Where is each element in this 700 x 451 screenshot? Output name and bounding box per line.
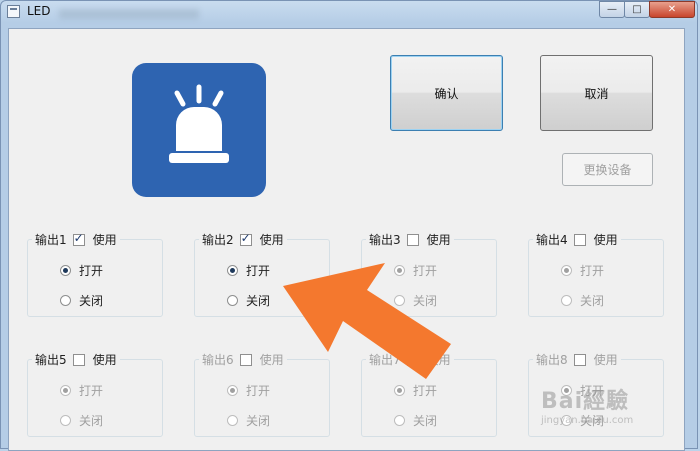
close-label: 关闭 <box>413 294 438 308</box>
output-label: 输出3 <box>369 233 401 247</box>
close-radio[interactable]: 关闭 <box>227 292 270 309</box>
radio-dot <box>394 415 405 426</box>
close-label: 关闭 <box>246 294 271 308</box>
open-radio[interactable]: 打开 <box>60 262 103 279</box>
open-label: 打开 <box>79 384 104 398</box>
radio-dot <box>561 295 572 306</box>
open-radio[interactable]: 打开 <box>227 262 270 279</box>
open-label: 打开 <box>246 264 271 278</box>
output-group-5: 输出5 使用 打开 关闭 <box>27 351 163 437</box>
output-label: 输出5 <box>35 353 67 367</box>
radio-dot[interactable] <box>60 295 71 306</box>
close-button[interactable]: ✕ <box>649 1 695 18</box>
use-label: 使用 <box>426 353 451 367</box>
output-group-4: 输出4 使用 打开 关闭 <box>528 231 664 317</box>
radio-dot[interactable] <box>227 295 238 306</box>
open-radio: 打开 <box>394 382 437 399</box>
use-checkbox <box>239 353 252 366</box>
close-label: 关闭 <box>79 294 104 308</box>
radio-dot[interactable] <box>227 265 238 276</box>
close-label: 关闭 <box>79 414 104 428</box>
title-bar[interactable]: LED — □ ✕ <box>1 1 697 23</box>
background-blur <box>59 9 199 19</box>
close-radio: 关闭 <box>394 412 437 429</box>
open-label: 打开 <box>413 264 438 278</box>
output-group-1: 输出1 使用 打开 关闭 <box>27 231 163 317</box>
close-radio[interactable]: 关闭 <box>60 292 103 309</box>
close-radio: 关闭 <box>561 292 604 309</box>
open-label: 打开 <box>79 264 104 278</box>
close-label: 关闭 <box>413 414 438 428</box>
minimize-button[interactable]: — <box>599 1 625 18</box>
output-label: 输出2 <box>202 233 234 247</box>
use-label: 使用 <box>593 353 618 367</box>
open-radio: 打开 <box>561 262 604 279</box>
cancel-button[interactable]: 取消 <box>540 55 653 131</box>
open-label: 打开 <box>580 264 605 278</box>
output-group-6: 输出6 使用 打开 关闭 <box>194 351 330 437</box>
open-radio: 打开 <box>227 382 270 399</box>
use-checkbox[interactable] <box>406 233 419 246</box>
use-label: 使用 <box>593 233 618 247</box>
open-radio: 打开 <box>394 262 437 279</box>
confirm-button[interactable]: 确认 <box>390 55 503 131</box>
output-label: 输出8 <box>536 353 568 367</box>
use-label: 使用 <box>426 233 451 247</box>
app-window-icon <box>7 5 20 18</box>
radio-dot[interactable] <box>60 265 71 276</box>
radio-dot <box>60 385 71 396</box>
use-checkbox <box>573 353 586 366</box>
radio-dot <box>394 265 405 276</box>
watermark-url: jingyan.baidu.com <box>541 415 634 426</box>
radio-dot <box>561 265 572 276</box>
open-radio: 打开 <box>60 382 103 399</box>
change-device-button: 更换设备 <box>562 153 653 186</box>
radio-dot <box>394 295 405 306</box>
radio-dot <box>394 385 405 396</box>
radio-dot <box>60 415 71 426</box>
close-radio: 关闭 <box>60 412 103 429</box>
close-label: 关闭 <box>580 294 605 308</box>
maximize-button[interactable]: □ <box>624 1 650 18</box>
output-group-2: 输出2 使用 打开 关闭 <box>194 231 330 317</box>
close-radio: 关闭 <box>227 412 270 429</box>
use-checkbox[interactable] <box>239 231 252 246</box>
use-label: 使用 <box>259 233 284 247</box>
output-group-7: 输出7 使用 打开 关闭 <box>361 351 497 437</box>
close-radio: 关闭 <box>394 292 437 309</box>
use-label: 使用 <box>92 353 117 367</box>
use-label: 使用 <box>259 353 284 367</box>
app-window: LED — □ ✕ 确认 取消 更换设备 输出1 使 <box>0 0 698 451</box>
radio-dot <box>227 385 238 396</box>
window-title: LED <box>27 4 51 18</box>
output-label: 输出1 <box>35 233 67 247</box>
use-label: 使用 <box>92 233 117 247</box>
radio-dot <box>227 415 238 426</box>
open-label: 打开 <box>413 384 438 398</box>
use-checkbox[interactable] <box>573 233 586 246</box>
output-group-3: 输出3 使用 打开 关闭 <box>361 231 497 317</box>
use-checkbox <box>406 353 419 366</box>
use-checkbox[interactable] <box>72 231 85 246</box>
output-label: 输出4 <box>536 233 568 247</box>
open-label: 打开 <box>246 384 271 398</box>
close-label: 关闭 <box>246 414 271 428</box>
output-label: 输出7 <box>369 353 401 367</box>
watermark-logo: Bai經驗 <box>541 389 630 414</box>
siren-light-icon <box>169 84 229 163</box>
output-label: 输出6 <box>202 353 234 367</box>
led-tile <box>132 63 266 197</box>
use-checkbox[interactable] <box>72 353 85 366</box>
